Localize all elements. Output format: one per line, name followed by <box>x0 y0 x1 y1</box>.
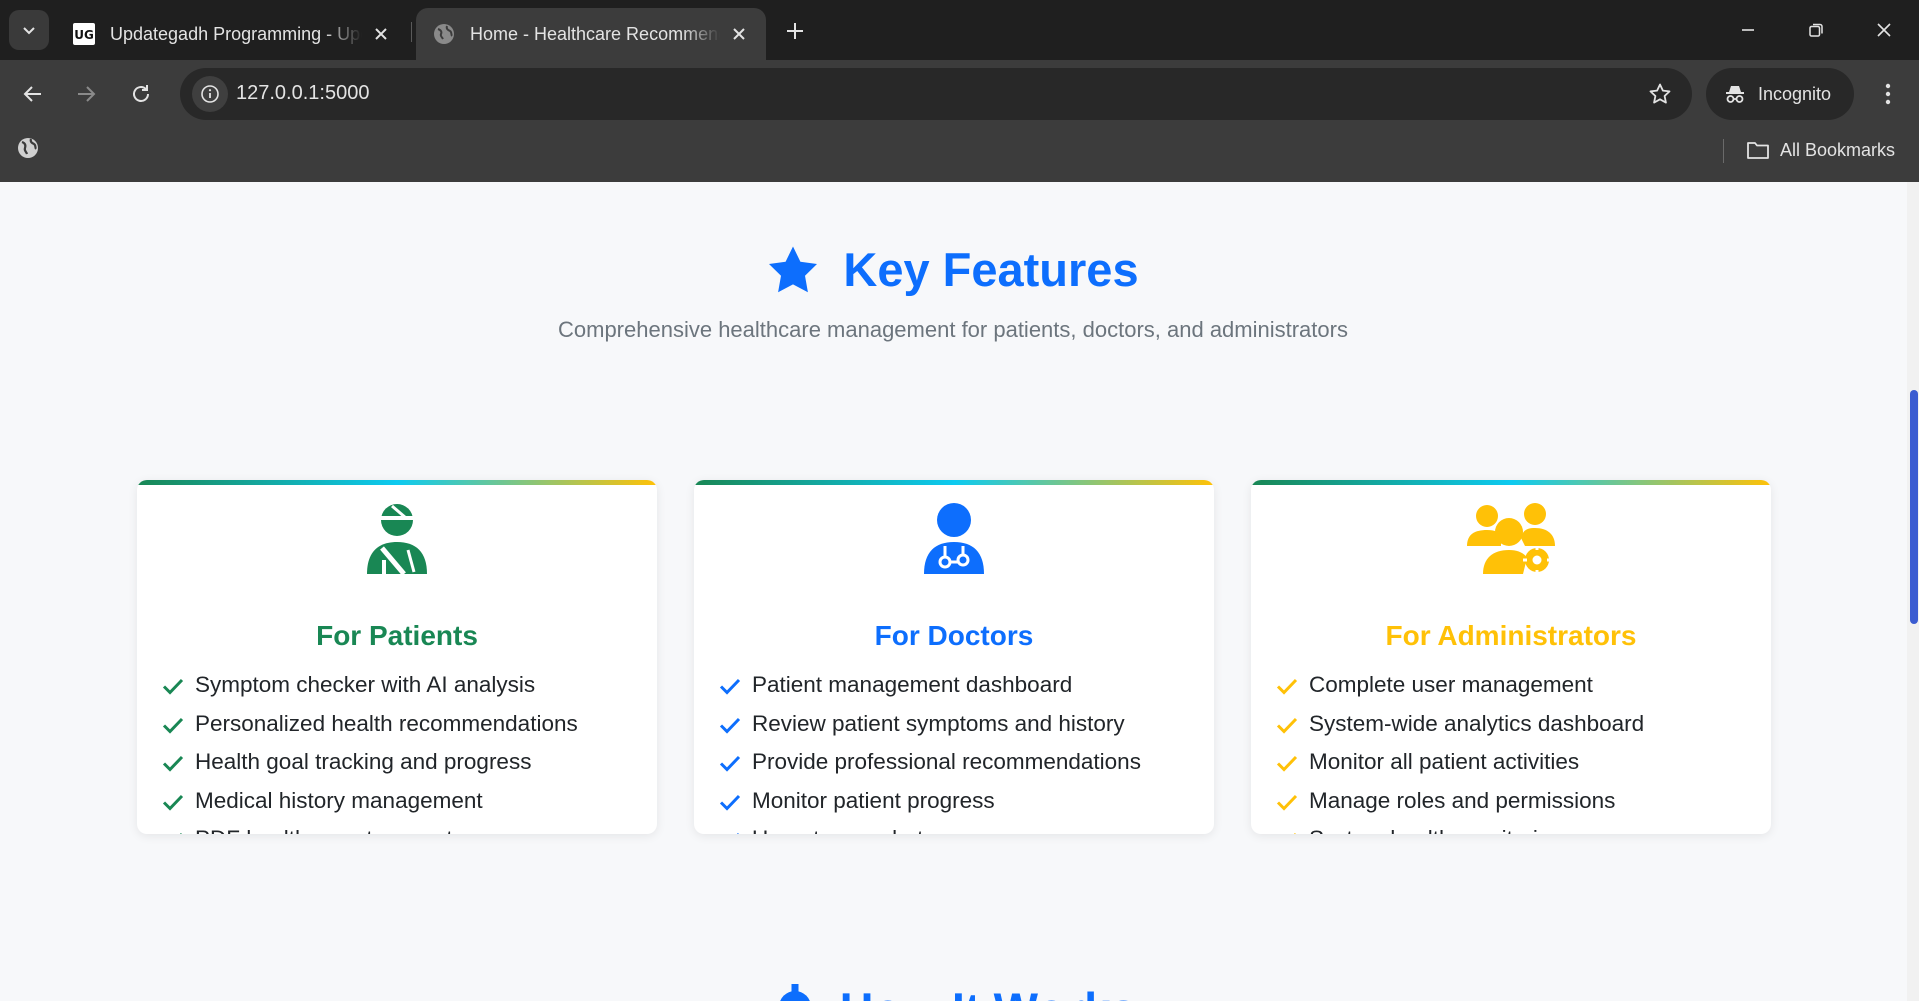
minimize-icon <box>1742 29 1754 31</box>
back-button[interactable] <box>13 74 53 114</box>
check-icon <box>719 755 741 772</box>
close-window-button[interactable] <box>1850 0 1918 60</box>
chevron-down-icon <box>23 27 35 35</box>
card-accent-bar <box>137 480 657 485</box>
tab-search-button[interactable] <box>9 10 49 50</box>
check-icon <box>162 678 184 695</box>
user-doctor-icon <box>694 502 1214 580</box>
reload-icon <box>133 85 149 102</box>
page-scrollbar[interactable] <box>1907 182 1919 1001</box>
check-icon <box>719 794 741 811</box>
list-item: Monitor all patient activities <box>1275 749 1644 788</box>
site-info-icon[interactable] <box>192 76 228 112</box>
feature-list: Symptom checker with AI analysis Persona… <box>161 672 578 834</box>
gear-icon <box>779 984 810 1001</box>
browser-toolbar: 127.0.0.1:5000 Incognito All Bookmarks <box>0 60 1919 190</box>
list-item: Manage roles and permissions <box>1275 788 1644 827</box>
check-icon <box>1293 832 1296 834</box>
profile-label: Incognito <box>1758 83 1832 104</box>
plus-icon <box>787 23 803 39</box>
check-icon <box>736 832 739 834</box>
tab-updategadh[interactable]: UG Updategadh Programming - Updategadh <box>56 8 408 60</box>
bookmark-star-icon[interactable] <box>1646 80 1674 108</box>
card-accent-bar <box>1251 480 1771 485</box>
how-it-works-heading: How It Works <box>0 982 1906 1001</box>
card-title: For Administrators <box>1385 620 1637 651</box>
patients-feature-card: For Patients Symptom checker with AI ana… <box>137 480 657 834</box>
check-icon <box>162 794 184 811</box>
list-item: Monitor patient progress <box>718 788 1141 827</box>
minimize-button[interactable] <box>1714 0 1782 60</box>
list-item: Medical history management <box>161 788 578 827</box>
all-bookmarks-button[interactable]: All Bookmarks <box>1746 136 1895 164</box>
page-viewport: Key Features Comprehensive healthcare ma… <box>0 182 1919 1001</box>
address-bar[interactable]: 127.0.0.1:5000 <box>180 68 1692 120</box>
list-item: PDF health reports export <box>161 826 578 834</box>
svg-text:UG: UG <box>74 28 94 42</box>
list-item: Urgent case alerts <box>718 826 1141 834</box>
list-item: System health monitoring <box>1275 826 1644 834</box>
list-item: Personalized health recommendations <box>161 711 578 750</box>
check-icon <box>1276 794 1298 811</box>
check-icon <box>162 717 184 734</box>
new-tab-button[interactable] <box>778 14 812 48</box>
page-title: Key Features <box>843 243 1139 296</box>
tab-strip: UG Updategadh Programming - Updategadh H… <box>0 0 1919 60</box>
list-item: Complete user management <box>1275 672 1644 711</box>
check-icon <box>1276 678 1298 695</box>
globe-icon <box>432 22 456 46</box>
user-injured-icon <box>137 502 657 580</box>
folder-icon <box>1747 142 1769 159</box>
restore-button[interactable] <box>1782 0 1850 60</box>
administrators-feature-card: For Administrators Complete user managem… <box>1251 480 1771 834</box>
list-item: Health goal tracking and progress <box>161 749 578 788</box>
bookmarks-separator <box>1723 139 1724 163</box>
doctors-feature-card: For Doctors Patient management dashboard… <box>694 480 1214 834</box>
all-bookmarks-label: All Bookmarks <box>1780 139 1896 160</box>
close-icon <box>1877 23 1891 37</box>
check-icon <box>1276 755 1298 772</box>
incognito-profile-button[interactable]: Incognito <box>1706 68 1854 120</box>
forward-button[interactable] <box>66 74 106 114</box>
arrow-right-icon <box>78 86 96 102</box>
tab-title: Updategadh Programming - Updategadh <box>110 23 362 44</box>
list-item: Review patient symptoms and history <box>718 711 1141 750</box>
check-icon <box>719 717 741 734</box>
bookmark-globe-icon[interactable] <box>16 136 44 164</box>
restore-icon <box>1809 23 1823 37</box>
users-cog-icon <box>1251 502 1771 580</box>
features-heading: Key Features <box>0 242 1906 297</box>
close-tab-icon[interactable] <box>370 23 392 45</box>
scrollbar-thumb[interactable] <box>1910 390 1918 624</box>
check-icon <box>179 832 182 834</box>
feature-list: Complete user management System-wide ana… <box>1275 672 1644 834</box>
incognito-icon <box>1726 86 1744 103</box>
check-icon <box>162 755 184 772</box>
tab-separator <box>411 22 412 42</box>
list-item: Patient management dashboard <box>718 672 1141 711</box>
url-text[interactable]: 127.0.0.1:5000 <box>236 82 369 105</box>
list-item: Symptom checker with AI analysis <box>161 672 578 711</box>
ug-logo-icon: UG <box>72 22 96 46</box>
reload-button[interactable] <box>121 74 161 114</box>
card-title: For Doctors <box>874 620 1034 651</box>
close-tab-icon[interactable] <box>728 23 750 45</box>
star-icon <box>769 246 818 292</box>
tab-title: Home - Healthcare Recommendation System <box>470 23 720 44</box>
browser-menu-button[interactable] <box>1870 74 1906 114</box>
list-item: System-wide analytics dashboard <box>1275 711 1644 750</box>
list-item: Provide professional recommendations <box>718 749 1141 788</box>
feature-list: Patient management dashboard Review pati… <box>718 672 1141 834</box>
card-title: For Patients <box>316 620 478 651</box>
card-accent-bar <box>694 480 1214 485</box>
tab-healthcare-home[interactable]: Home - Healthcare Recommendation System <box>416 8 766 60</box>
check-icon <box>719 678 741 695</box>
check-icon <box>1276 717 1298 734</box>
next-section-title: How It Works <box>840 982 1137 1001</box>
more-vert-icon <box>1885 83 1891 105</box>
features-subtitle: Comprehensive healthcare management for … <box>558 317 1348 342</box>
arrow-left-icon <box>23 86 41 102</box>
